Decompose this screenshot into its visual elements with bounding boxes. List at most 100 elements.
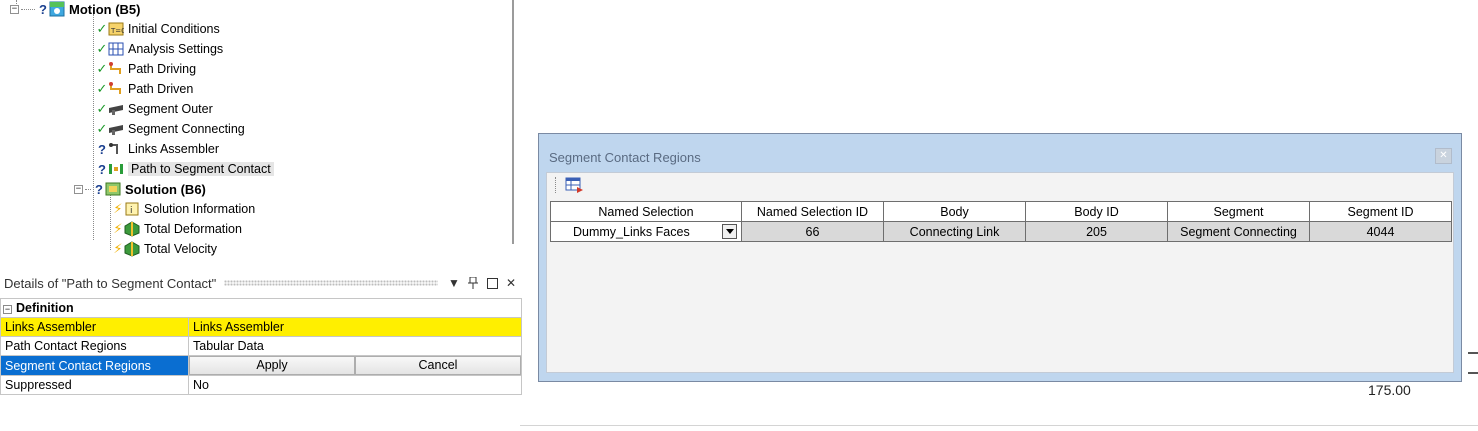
property-name: Segment Contact Regions	[0, 355, 189, 376]
tree-item-label: Solution (B6)	[125, 181, 206, 197]
tree-item-solution[interactable]: − ? Solution (B6)	[74, 179, 206, 199]
dialog-close-button[interactable]: ✕	[1435, 148, 1452, 164]
apply-button[interactable]: Apply	[189, 356, 355, 375]
tree-item-motion[interactable]: − ? Motion (B5)	[10, 0, 140, 19]
result-icon	[124, 221, 140, 237]
property-value[interactable]: Links Assembler	[188, 317, 522, 337]
segment-contact-regions-dialog: Segment Contact Regions ✕ Named Selectio…	[538, 133, 1462, 382]
table-cell: 4044	[1309, 221, 1452, 242]
question-status-icon: ?	[98, 141, 106, 157]
details-row-path-contact-regions[interactable]: Path Contact Regions Tabular Data	[0, 336, 522, 356]
apply-cancel-cell: Apply Cancel	[188, 355, 522, 376]
collapse-icon[interactable]: −	[3, 305, 12, 314]
tree-item-label: Motion (B5)	[69, 1, 141, 17]
collapse-icon[interactable]: −	[10, 4, 19, 14]
table-cell: Segment Connecting	[1167, 221, 1310, 242]
path-icon	[108, 81, 124, 97]
check-status-icon: ✓	[96, 61, 108, 76]
property-name: Links Assembler	[0, 317, 189, 337]
section-definition[interactable]: − Definition	[0, 298, 522, 318]
check-status-icon: ✓	[96, 101, 108, 116]
contact-icon	[108, 161, 124, 177]
tree-item-label: Path Driven	[128, 82, 194, 96]
details-row-links-assembler[interactable]: Links Assembler Links Assembler	[0, 317, 522, 337]
tree-item-path-driving[interactable]: ✓ Path Driving	[96, 59, 197, 79]
tree-item-segment-outer[interactable]: ✓ Segment Outer	[96, 99, 213, 119]
segment-icon	[108, 101, 124, 117]
column-header[interactable]: Body ID	[1025, 201, 1168, 222]
dropdown-icon[interactable]: ▼	[446, 275, 462, 291]
tree-item-label: Total Velocity	[144, 242, 217, 256]
column-header[interactable]: Segment ID	[1309, 201, 1452, 222]
named-selection-dropdown[interactable]: Dummy_Links Faces	[550, 221, 742, 242]
tree-connector	[110, 194, 111, 250]
tree-item-label: Path to Segment Contact	[128, 162, 274, 176]
table-cell: 205	[1025, 221, 1168, 242]
tree-item-path-to-segment-contact[interactable]: ? Path to Segment Contact	[96, 159, 274, 179]
details-row-segment-contact-regions[interactable]: Segment Contact Regions Apply Cancel	[0, 355, 522, 376]
tree-item-label: Segment Outer	[128, 102, 213, 116]
dialog-title: Segment Contact Regions	[549, 150, 701, 165]
chevron-down-icon[interactable]	[722, 224, 737, 239]
details-header: Details of "Path to Segment Contact" ▼ ✕	[0, 270, 522, 296]
table-cell: Connecting Link	[883, 221, 1026, 242]
property-value[interactable]: No	[188, 375, 522, 395]
collapse-icon[interactable]: −	[74, 184, 83, 194]
tree-item-initial-conditions[interactable]: ✓ T=0 Initial Conditions	[96, 19, 220, 39]
result-icon	[124, 241, 140, 257]
tree-item-analysis-settings[interactable]: ✓ Analysis Settings	[96, 39, 224, 59]
details-title: Details of "Path to Segment Contact"	[4, 275, 217, 291]
tree-item-segment-connecting[interactable]: ✓ Segment Connecting	[96, 119, 245, 139]
path-icon	[108, 61, 124, 77]
column-header[interactable]: Named Selection	[550, 201, 742, 222]
property-value[interactable]: Tabular Data	[188, 336, 522, 356]
pin-icon[interactable]	[465, 275, 481, 291]
close-icon[interactable]: ✕	[503, 275, 519, 291]
table-export-icon[interactable]	[564, 175, 584, 195]
background-graphic-fragment	[1468, 352, 1478, 374]
cancel-button[interactable]: Cancel	[355, 356, 521, 375]
lightning-status-icon: ⚡	[113, 241, 123, 256]
motion-icon	[49, 1, 65, 17]
panel-grip[interactable]	[224, 280, 438, 286]
check-status-icon: ✓	[96, 81, 108, 96]
outline-tree: − ? Motion (B5) ✓ T=0 Initial Conditions…	[0, 0, 512, 262]
initial-conditions-icon: T=0	[108, 21, 126, 37]
column-header[interactable]: Segment	[1167, 201, 1310, 222]
lightning-status-icon: ⚡	[113, 221, 123, 236]
solution-icon	[105, 181, 121, 197]
table-header-row: Named Selection Named Selection ID Body …	[550, 201, 1452, 222]
table-cell: 66	[741, 221, 884, 242]
table-row[interactable]: Dummy_Links Faces 66 Connecting Link 205…	[550, 221, 1452, 242]
property-name: Path Contact Regions	[0, 336, 189, 356]
check-status-icon: ✓	[96, 41, 108, 56]
divider	[520, 425, 1478, 426]
column-header[interactable]: Named Selection ID	[741, 201, 884, 222]
tree-item-total-velocity[interactable]: ⚡ Total Velocity	[112, 239, 217, 259]
svg-text:T=0: T=0	[110, 27, 124, 35]
tree-connector	[93, 14, 94, 240]
segment-icon	[108, 121, 124, 137]
tree-item-solution-information[interactable]: ⚡ i Solution Information	[112, 199, 255, 219]
tree-item-path-driven[interactable]: ✓ Path Driven	[96, 79, 194, 99]
tree-item-total-deformation[interactable]: ⚡ Total Deformation	[112, 219, 242, 239]
tree-scrollbar[interactable]	[512, 0, 514, 244]
check-status-icon: ✓	[96, 21, 108, 36]
tree-item-label: Analysis Settings	[128, 42, 224, 56]
analysis-settings-icon	[108, 41, 124, 57]
maximize-icon[interactable]	[484, 275, 500, 291]
named-selection-value: Dummy_Links Faces	[573, 224, 690, 239]
details-grid: − Definition Links Assembler Links Assemb…	[0, 298, 522, 395]
segment-contact-table: Named Selection Named Selection ID Body …	[550, 201, 1452, 242]
links-assembler-icon	[108, 141, 124, 157]
svg-text:i: i	[130, 206, 133, 216]
lightning-status-icon: ⚡	[113, 201, 123, 216]
tree-item-label: Initial Conditions	[128, 22, 220, 36]
check-status-icon: ✓	[96, 121, 108, 136]
tree-item-links-assembler[interactable]: ? Links Assembler	[96, 139, 219, 159]
tree-item-label: Path Driving	[128, 62, 197, 76]
property-name: Suppressed	[0, 375, 189, 395]
question-status-icon: ?	[95, 181, 103, 197]
details-row-suppressed[interactable]: Suppressed No	[0, 375, 522, 395]
column-header[interactable]: Body	[883, 201, 1026, 222]
